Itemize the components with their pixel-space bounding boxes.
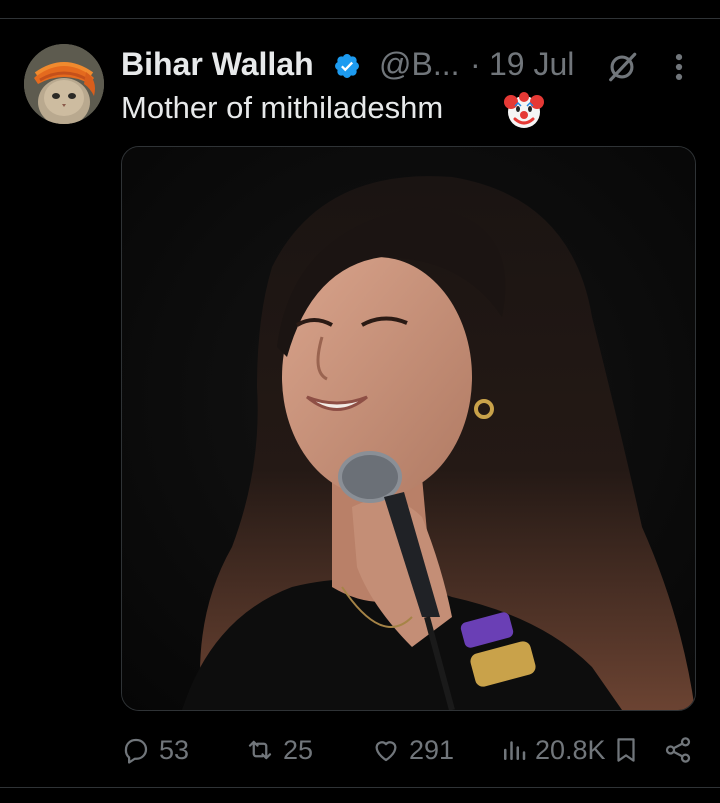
timestamp[interactable]: 19 Jul	[489, 46, 574, 83]
grok-icon[interactable]	[605, 50, 639, 84]
views-count: 20.8K	[535, 734, 606, 765]
repost-button[interactable]: 25	[245, 730, 313, 770]
bottom-divider	[0, 787, 720, 788]
reply-count: 53	[159, 734, 190, 765]
heart-icon	[375, 741, 397, 762]
top-divider	[0, 18, 720, 19]
reply-icon	[124, 738, 148, 764]
like-count: 291	[409, 734, 455, 765]
photo-image	[122, 147, 695, 710]
author-name[interactable]: Bihar Wallah	[121, 46, 314, 83]
bookmark-icon	[617, 738, 635, 762]
tweet-actions: 53 25 291 20.8K	[121, 730, 696, 770]
repost-count: 25	[283, 734, 314, 765]
share-button[interactable]	[663, 730, 693, 770]
author-handle[interactable]: @B...	[379, 46, 460, 83]
separator-dot: ·	[470, 46, 481, 82]
analytics-icon	[504, 741, 526, 760]
views-button[interactable]: 20.8K	[499, 730, 606, 770]
avatar[interactable]	[24, 44, 104, 124]
repost-icon	[248, 740, 272, 760]
share-icon	[665, 737, 691, 763]
avatar-image	[24, 44, 104, 124]
more-icon[interactable]	[669, 50, 689, 84]
tweet-header: Bihar Wallah @B... · 19 Jul	[121, 44, 701, 88]
reply-button[interactable]: 53	[121, 730, 189, 770]
verified-badge-icon	[335, 54, 359, 78]
like-button[interactable]: 291	[371, 730, 454, 770]
tweet-text: Mother of mithiladeshm	[121, 90, 444, 125]
tweet-media-photo[interactable]	[121, 146, 696, 711]
clown-face-icon	[504, 92, 544, 128]
bookmark-button[interactable]	[611, 730, 641, 770]
